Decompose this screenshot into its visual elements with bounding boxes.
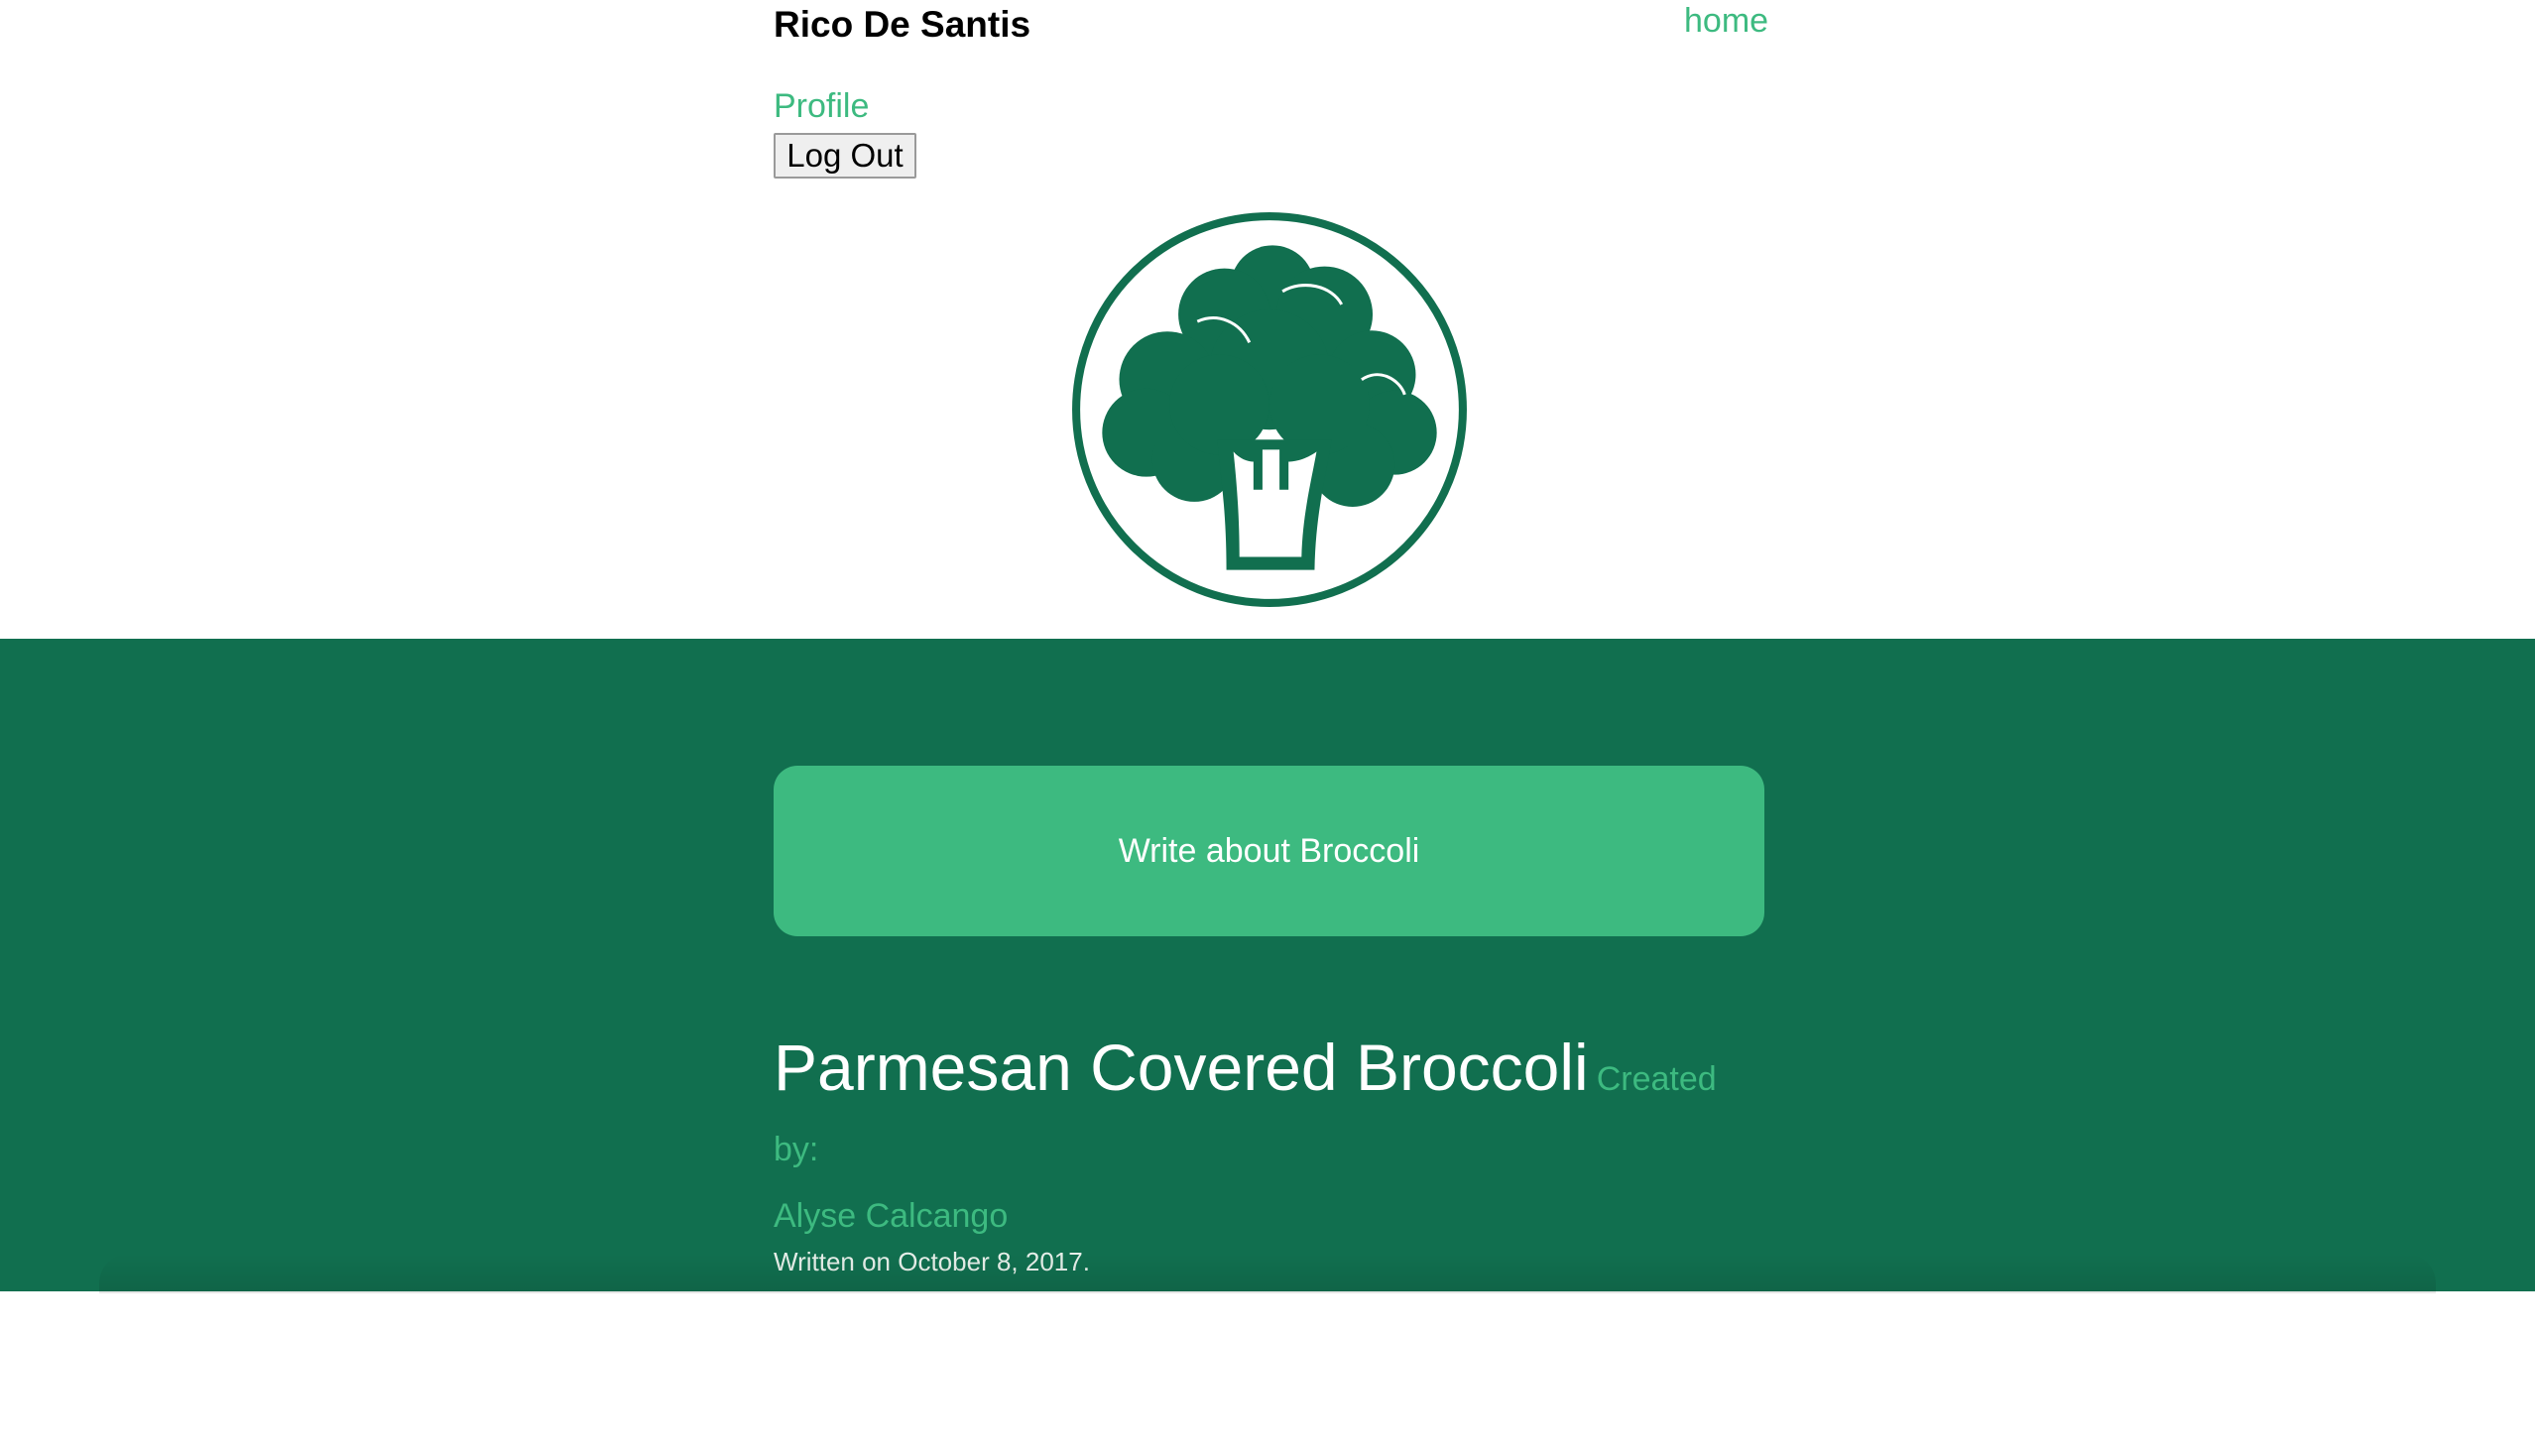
post-title[interactable]: Parmesan Covered Broccoli [774, 1031, 1589, 1104]
post-body: I understand that most people chose broc… [774, 1318, 1728, 1451]
logout-button[interactable]: Log Out [774, 133, 916, 179]
post-title-line: Parmesan Covered Broccoli Created by: [774, 1034, 1765, 1188]
author-link[interactable]: Alyse Calcango [774, 1197, 1008, 1235]
user-name: Rico De Santis [774, 4, 1031, 45]
post-preview-shadow [99, 1254, 2436, 1293]
home-link[interactable]: home [1684, 2, 1768, 41]
author-line: Alyse Calcango [774, 1188, 1765, 1244]
broccoli-icon [1072, 212, 1467, 607]
content-section: Write about Broccoli Parmesan Covered Br… [0, 639, 2535, 1451]
write-about-broccoli-button[interactable]: Write about Broccoli [774, 766, 1764, 936]
post-card: Parmesan Covered Broccoli Created by: Aly… [774, 1034, 1765, 1456]
header-section: Rico De Santis home Profile Log Out [0, 0, 2535, 639]
profile-link[interactable]: Profile [774, 87, 869, 126]
